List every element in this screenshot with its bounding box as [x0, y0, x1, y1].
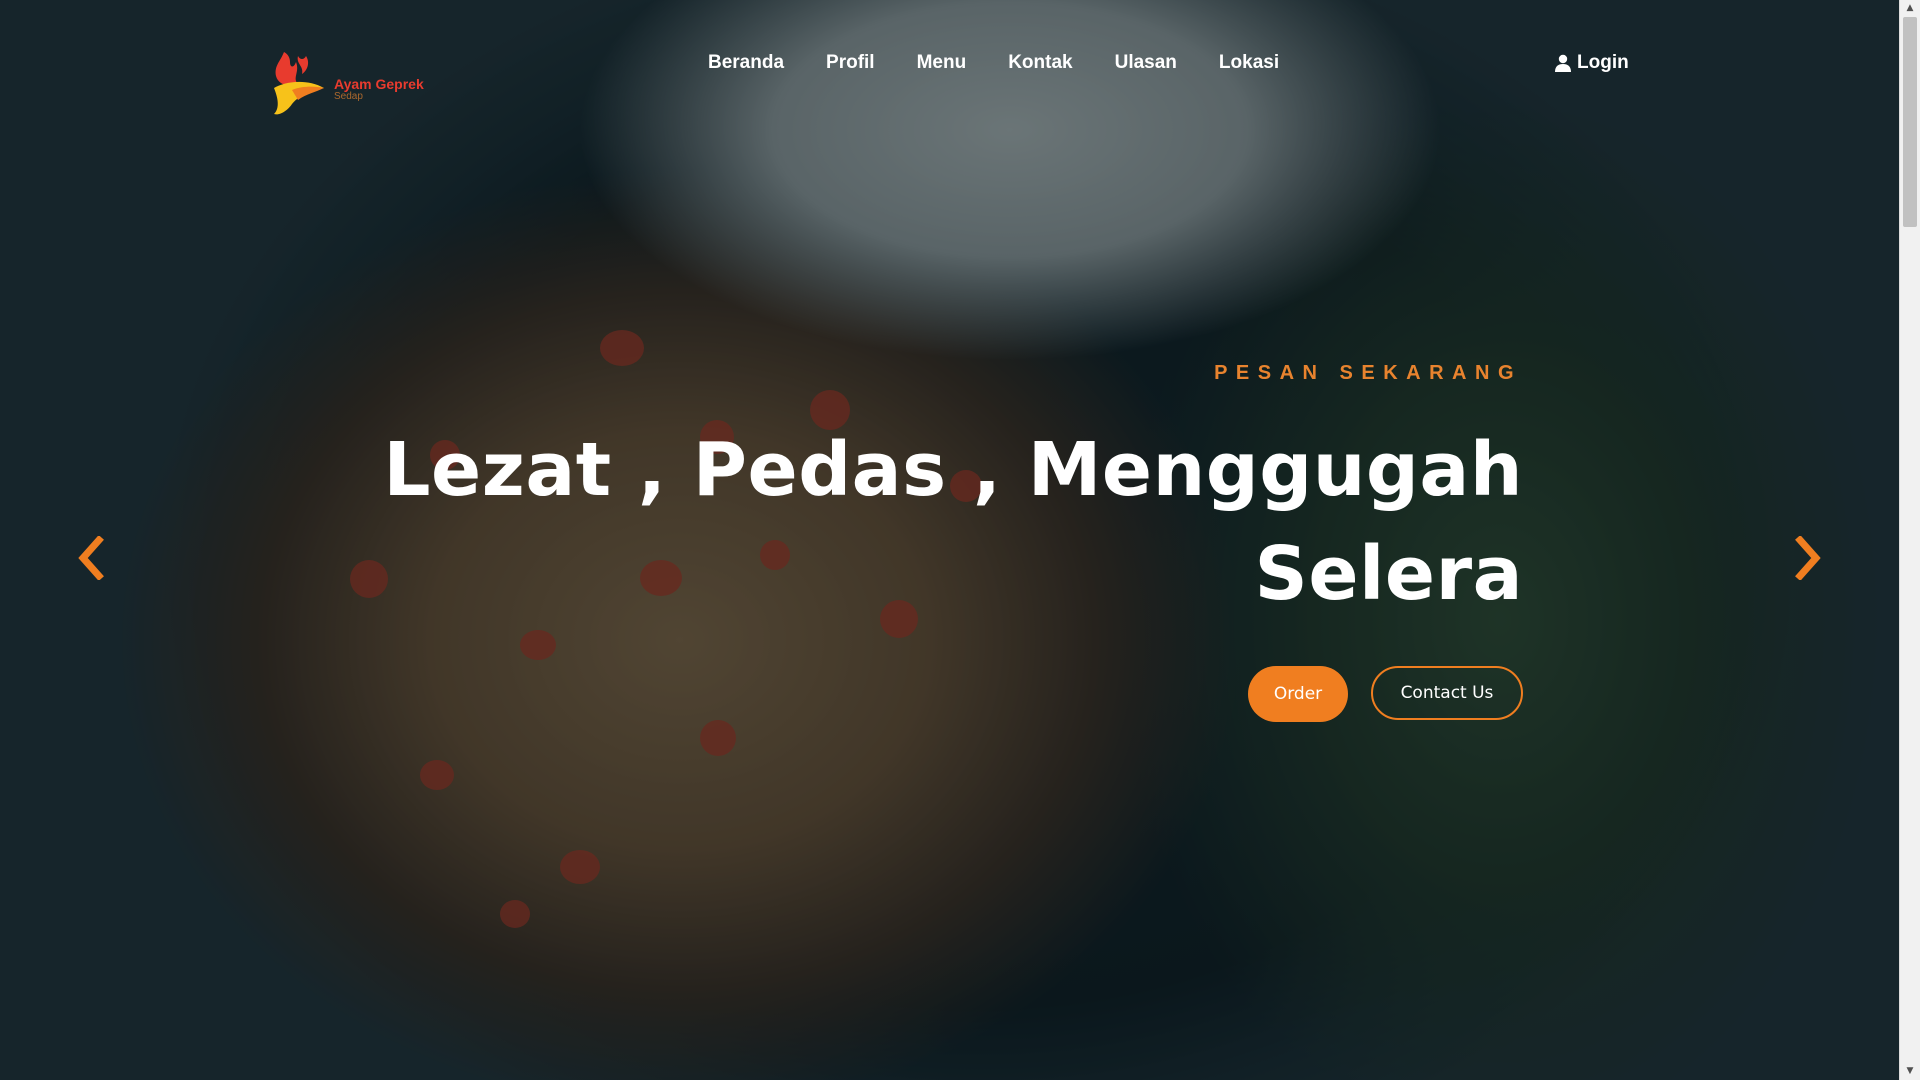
- order-button[interactable]: Order: [1248, 666, 1348, 722]
- nav-item-beranda[interactable]: Beranda: [708, 52, 784, 74]
- nav-item-ulasan[interactable]: Ulasan: [1115, 52, 1177, 74]
- user-icon: [1555, 54, 1571, 72]
- nav-item-kontak[interactable]: Kontak: [1008, 52, 1072, 74]
- brand-name: Ayam Geprek: [334, 76, 424, 92]
- chevron-right-icon: [1795, 535, 1821, 581]
- nav-item-menu[interactable]: Menu: [917, 52, 967, 74]
- contact-us-button[interactable]: Contact Us: [1371, 666, 1523, 720]
- scroll-down-arrow-icon[interactable]: ▼: [1900, 1063, 1920, 1080]
- hero-headline-line-1: Lezat , Pedas , Menggugah: [383, 427, 1523, 513]
- hero-headline: Lezat , Pedas , Menggugah Selera: [323, 418, 1523, 626]
- main-nav: Beranda Profil Menu Kontak Ulasan Lokasi: [708, 52, 1321, 74]
- login-label: Login: [1577, 52, 1629, 73]
- brand-logo[interactable]: Ayam Geprek Sedap: [270, 48, 440, 118]
- scroll-up-arrow-icon[interactable]: ▲: [1900, 0, 1920, 17]
- chevron-left-icon: [78, 535, 104, 581]
- carousel-next-button[interactable]: [1794, 535, 1824, 581]
- login-link[interactable]: Login: [1555, 52, 1629, 74]
- hero-actions: Order Contact Us: [1248, 666, 1523, 722]
- scrollbar-thumb[interactable]: [1903, 17, 1917, 227]
- brand-tagline: Sedap: [334, 91, 363, 102]
- hero-eyebrow: PESAN SEKARANG: [1214, 362, 1522, 384]
- landing-page: Ayam Geprek Sedap Beranda Profil Menu Ko…: [0, 0, 1920, 1080]
- carousel-prev-button[interactable]: [75, 535, 105, 581]
- hero-headline-line-2: Selera: [1254, 531, 1523, 617]
- navbar: Ayam Geprek Sedap Beranda Profil Menu Ko…: [0, 0, 1900, 130]
- rooster-flame-logo-icon: [274, 52, 324, 115]
- vertical-scrollbar[interactable]: ▲ ▼: [1899, 0, 1920, 1080]
- nav-item-profil[interactable]: Profil: [826, 52, 875, 74]
- nav-item-lokasi[interactable]: Lokasi: [1219, 52, 1279, 74]
